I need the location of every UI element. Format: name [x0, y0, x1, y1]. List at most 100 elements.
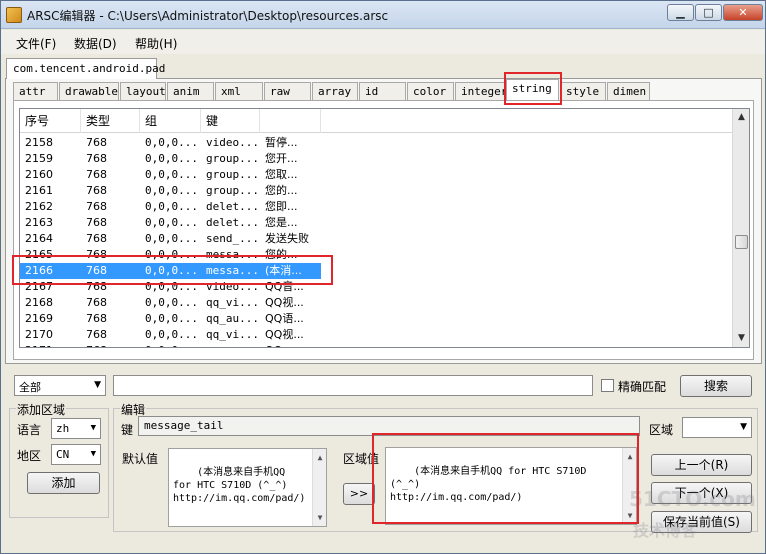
scroll-thumb[interactable] — [735, 235, 748, 249]
tab-attr[interactable]: attr — [13, 82, 58, 101]
default-value-label: 默认值 — [122, 452, 159, 466]
tab-integer[interactable]: integer — [455, 82, 507, 101]
search-input[interactable] — [113, 375, 593, 396]
value-cell: QQ视... — [265, 328, 304, 341]
type-cell: 768 — [86, 152, 107, 165]
default-value-text: (本消息来自手机QQ for HTC S710D (^_^) http://im… — [173, 467, 306, 504]
chevron-down-icon: ▼ — [94, 380, 101, 390]
table-row[interactable]: 2169 768 0,0,0... qq_au... QQ语... — [20, 311, 732, 327]
annotation-box-region-value — [372, 433, 639, 524]
tab-id[interactable]: id — [359, 82, 406, 101]
value-cell: 您的... — [265, 184, 298, 197]
table-row[interactable]: 2158 768 0,0,0... video... 暂停... — [20, 135, 732, 151]
scroll-down-icon[interactable]: ▼ — [313, 511, 326, 524]
type-cell: 768 — [86, 184, 107, 197]
table-row[interactable]: 2164 768 0,0,0... send_... 发送失败 — [20, 231, 732, 247]
type-cell: 768 — [86, 200, 107, 213]
group-cell: 0,0,0... — [145, 136, 198, 149]
list-scrollbar[interactable]: ▲ ▼ — [732, 109, 749, 347]
default-value-field[interactable]: (本消息来自手机QQ for HTC S710D (^_^) http://im… — [168, 448, 327, 527]
copy-to-region-button[interactable]: >> — [343, 483, 375, 505]
type-cell: 768 — [86, 312, 107, 325]
key-cell: delet... — [206, 200, 259, 213]
group-cell: 0,0,0... — [145, 168, 198, 181]
app-icon — [6, 7, 22, 23]
tab-xml[interactable]: xml — [215, 82, 263, 101]
tab-raw[interactable]: raw — [264, 82, 311, 101]
region-select[interactable]: CN ▼ — [51, 444, 101, 465]
group-cell: 0,0,0... — [145, 200, 198, 213]
tab-anim[interactable]: anim — [167, 82, 214, 101]
table-row[interactable]: 2161 768 0,0,0... group... 您的... — [20, 183, 732, 199]
region-label: 地区 — [17, 449, 42, 463]
resource-list[interactable]: 序号 类型 组 键 2158 768 0,0,0... video... 暂停... 21… — [19, 108, 750, 348]
column-header-group[interactable]: 组 — [140, 109, 201, 133]
table-row[interactable]: 2163 768 0,0,0... delet... 您是... — [20, 215, 732, 231]
language-select[interactable]: zh ▼ — [51, 418, 101, 439]
key-cell: qq_vi... — [206, 296, 259, 309]
minimize-button[interactable]: ▁ — [667, 4, 694, 21]
tab-array[interactable]: array — [312, 82, 358, 101]
column-header-index[interactable]: 序号 — [20, 109, 81, 133]
edit-region-select[interactable]: ▼ — [682, 417, 752, 438]
search-button[interactable]: 搜索 — [680, 375, 752, 397]
tab-layout[interactable]: layout — [120, 82, 166, 101]
table-row[interactable]: 2162 768 0,0,0... delet... 您即... — [20, 199, 732, 215]
key-label: 键 — [121, 423, 134, 437]
type-cell: 768 — [86, 232, 107, 245]
app-window: ARSC编辑器 - C:\Users\Administrator\Desktop… — [0, 0, 766, 554]
previous-button[interactable]: 上一个(R) — [651, 454, 752, 476]
tab-style[interactable]: style — [560, 82, 606, 101]
scroll-up-icon[interactable]: ▲ — [733, 109, 749, 126]
title-bar[interactable]: ARSC编辑器 - C:\Users\Administrator\Desktop… — [1, 1, 765, 29]
index-cell: 2163 — [25, 216, 53, 229]
index-cell: 2168 — [25, 296, 53, 309]
column-header-type[interactable]: 类型 — [81, 109, 140, 133]
column-header-value[interactable] — [260, 109, 321, 133]
table-row[interactable]: 2168 768 0,0,0... qq_vi... QQ视... — [20, 295, 732, 311]
table-row[interactable]: 2170 768 0,0,0... qq_vi... QQ视... — [20, 327, 732, 343]
key-cell: group... — [206, 168, 259, 181]
index-cell: 2159 — [25, 152, 53, 165]
package-tab[interactable]: com.tencent.android.pad — [6, 58, 165, 79]
key-cell: qq_au... — [206, 312, 259, 325]
default-value-scrollbar[interactable]: ▲ ▼ — [312, 449, 326, 526]
language-value: zh — [56, 422, 70, 435]
maximize-button[interactable]: □ — [695, 4, 722, 21]
tab-color[interactable]: color — [407, 82, 454, 101]
value-cell: 您开... — [265, 152, 298, 165]
index-cell: 2161 — [25, 184, 53, 197]
tab-dimen[interactable]: dimen — [607, 82, 650, 101]
scroll-down-icon[interactable]: ▼ — [733, 330, 749, 347]
type-cell: 768 — [81, 343, 140, 347]
scroll-up-icon[interactable]: ▲ — [313, 451, 326, 464]
menu-data[interactable]: 数据(D) — [74, 35, 117, 52]
menu-file[interactable]: 文件(F) — [16, 35, 56, 52]
key-cell: send_... — [206, 232, 259, 245]
group-cell: 0,0,0... — [145, 296, 198, 309]
group-cell: 0,0,0... — [145, 216, 198, 229]
search-scope-value: 全部 — [19, 381, 41, 394]
value-cell: 您即... — [265, 200, 298, 213]
watermark-site: 51CTO.com — [629, 487, 756, 511]
add-button[interactable]: 添加 — [27, 472, 100, 494]
key-cell: qq_vi... — [206, 328, 259, 341]
type-cell: 768 — [86, 136, 107, 149]
region-select-label: 区域 — [649, 423, 674, 437]
index-cell: 2171 — [20, 343, 81, 347]
chevron-down-icon: ▼ — [90, 449, 96, 459]
table-row[interactable]: 2159 768 0,0,0... group... 您开... — [20, 151, 732, 167]
index-cell: 2160 — [25, 168, 53, 181]
exact-match-checkbox[interactable] — [601, 379, 614, 392]
close-button[interactable]: ✕ — [723, 4, 763, 21]
menu-help[interactable]: 帮助(H) — [135, 35, 177, 52]
column-header-key[interactable]: 键 — [201, 109, 260, 133]
table-row[interactable]: 21717680,0,0...qq_...QQ... — [20, 343, 732, 347]
key-cell: video... — [206, 136, 259, 149]
search-scope-select[interactable]: 全部 ▼ — [14, 375, 106, 396]
table-row[interactable]: 2160 768 0,0,0... group... 您取... — [20, 167, 732, 183]
watermark-blog: 技术博客 — [633, 521, 698, 540]
value-cell: 您取... — [265, 168, 298, 181]
tab-drawable[interactable]: drawable — [59, 82, 119, 101]
add-region-title: 添加区域 — [16, 401, 67, 418]
